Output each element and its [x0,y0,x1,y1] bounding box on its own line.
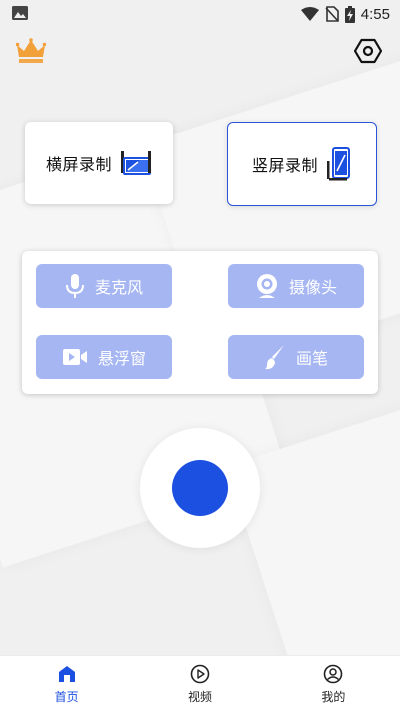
options-panel: 麦克风 摄像头 悬浮窗 画笔 [22,251,378,394]
microphone-label: 麦克风 [94,278,143,297]
landscape-screen-icon [121,151,151,175]
portrait-phone-icon [327,147,350,181]
nav-home[interactable]: 首页 [0,656,133,712]
battery-charging-icon [344,5,355,23]
image-icon [12,6,28,20]
no-sim-icon [325,6,339,22]
portrait-record-label: 竖屏录制 [251,156,318,175]
portrait-record-card[interactable]: 竖屏录制 [227,122,377,206]
bottom-nav: 首页 视频 我的 [0,655,400,712]
user-icon [324,664,343,683]
play-circle-icon [190,664,210,683]
nav-home-label: 首页 [54,689,79,704]
floating-window-button[interactable]: 悬浮窗 [36,335,172,379]
camera-button[interactable]: 摄像头 [228,264,364,308]
camera-icon [256,274,277,298]
video-camera-icon [62,349,87,365]
camera-label: 摄像头 [288,278,337,297]
microphone-icon [65,274,84,298]
nav-profile[interactable]: 我的 [267,656,400,712]
floating-window-label: 悬浮窗 [97,349,146,368]
status-bar: 4:55 [0,0,400,28]
landscape-record-label: 横屏录制 [45,155,112,174]
crown-icon[interactable] [16,38,46,64]
record-dot [172,460,228,516]
landscape-record-card[interactable]: 横屏录制 [25,122,173,204]
home-icon [58,665,75,682]
status-time: 4:55 [360,5,390,23]
settings-icon[interactable] [354,37,382,65]
nav-profile-label: 我的 [321,689,346,704]
record-button[interactable] [140,428,260,548]
brush-icon [264,345,284,370]
brush-button[interactable]: 画笔 [228,335,364,379]
nav-video-label: 视频 [187,689,212,704]
nav-video[interactable]: 视频 [133,656,266,712]
microphone-button[interactable]: 麦克风 [36,264,172,308]
brush-label: 画笔 [295,349,328,368]
wifi-icon [300,7,319,21]
